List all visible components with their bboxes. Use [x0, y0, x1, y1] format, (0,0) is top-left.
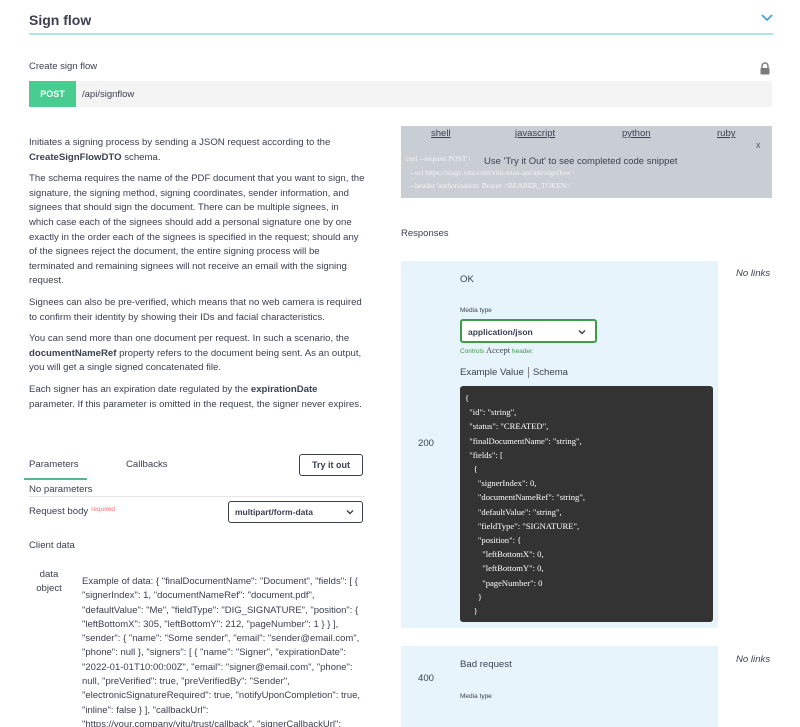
active-tab-indicator [24, 478, 87, 480]
section-title: Sign flow [29, 12, 92, 28]
code-samples-panel: shell javascript python ruby x curl --re… [401, 126, 772, 198]
try-it-out-button[interactable]: Try it out [299, 454, 363, 476]
no-links-text: No links [736, 268, 771, 279]
responses-title: Responses [401, 228, 449, 239]
tab-schema[interactable]: Schema [533, 367, 568, 378]
code-tab-python[interactable]: python [622, 128, 651, 139]
code-tab-javascript[interactable]: javascript [515, 128, 555, 139]
controls-accept-note: Controls Accept header. [460, 345, 534, 355]
content-type-value: multipart/form-data [235, 507, 313, 517]
tab-example-value[interactable]: Example Value [460, 367, 524, 378]
tab-separator [527, 367, 529, 378]
required-marker: required [91, 506, 116, 513]
example-json-text: { "id": "string", "status": "CREATED", "… [465, 393, 585, 622]
header-divider [29, 33, 773, 35]
operation-bar[interactable]: POST /api/signflow [29, 81, 772, 107]
close-icon[interactable]: x [756, 140, 761, 150]
response-200: OK 200 Media type application/json Contr… [401, 261, 718, 628]
response-code: 200 [418, 438, 435, 449]
media-type-value: application/json [468, 327, 533, 337]
caret-down-icon [346, 510, 354, 515]
field-name: data object [36, 569, 62, 594]
request-content-type-select[interactable]: multipart/form-data [228, 501, 363, 523]
response-description: Bad request [460, 659, 512, 670]
client-data-title: Client data [29, 540, 75, 551]
code-tab-ruby[interactable]: ruby [717, 128, 735, 139]
caret-down-icon [578, 330, 586, 335]
parameter-tabs: Parameters Callbacks Try it out [24, 452, 364, 480]
example-json: { "id": "string", "status": "CREATED", "… [460, 386, 713, 622]
example-schema-tabs: Example Value Schema [460, 367, 568, 378]
description-paragraph: Each signer has an expiration date regul… [29, 383, 362, 410]
no-parameters-text: No parameters [29, 484, 93, 495]
section-header[interactable]: Sign flow [0, 0, 800, 36]
operation-summary: Create sign flow [29, 61, 98, 72]
endpoint-path: /api/signflow [82, 89, 135, 100]
media-type-select[interactable]: application/json [460, 319, 597, 343]
description-paragraph: You can send more than one document per … [29, 333, 362, 374]
media-type-label: Media type [460, 307, 492, 314]
no-links-text: No links [736, 654, 771, 665]
description-paragraph: The schema requires the name of the PDF … [29, 173, 365, 287]
code-snippet-message: Use 'Try it Out' to see completed code s… [484, 156, 678, 167]
example-data-text: Example of data: { "finalDocumentName": … [82, 576, 361, 727]
code-tab-shell[interactable]: shell [431, 128, 451, 139]
tab-callbacks[interactable]: Callbacks [126, 459, 168, 470]
response-code: 400 [418, 673, 435, 684]
response-description: OK [460, 274, 474, 285]
method-badge: POST [29, 81, 76, 107]
divider [29, 496, 365, 497]
response-400: Bad request 400 Media type [401, 646, 718, 727]
request-body-label: Request body required [29, 506, 116, 517]
lock-icon[interactable] [759, 62, 771, 75]
description-paragraph: Signees can also be pre-verified, which … [29, 296, 362, 323]
media-type-label: Media type [460, 693, 492, 700]
operation-description: Initiates a signing process by sending a… [29, 136, 365, 419]
description-paragraph: Initiates a signing process by sending a… [29, 137, 331, 163]
tab-parameters[interactable]: Parameters [29, 459, 79, 470]
chevron-down-icon[interactable] [760, 11, 774, 25]
